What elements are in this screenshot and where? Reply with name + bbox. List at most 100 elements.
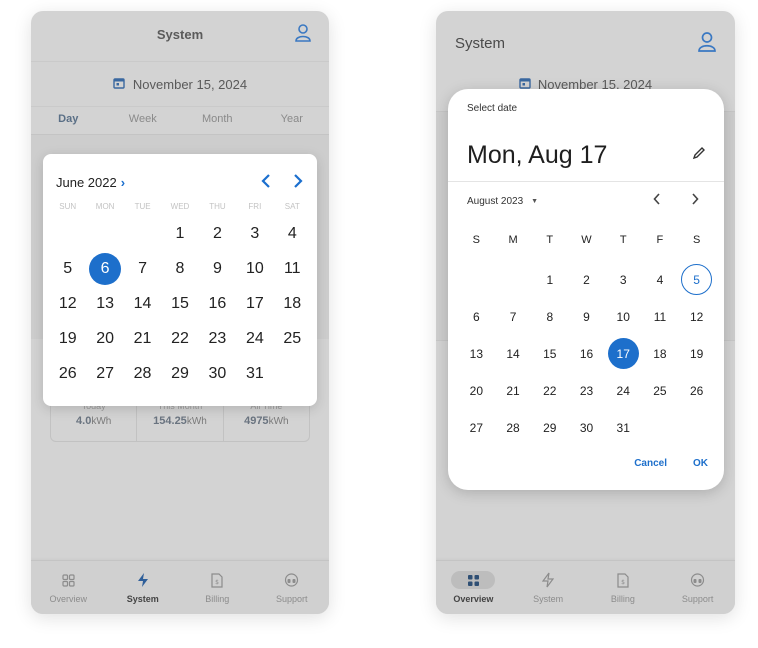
day-cell-today[interactable]: 5 <box>678 261 715 298</box>
day-cell[interactable]: 3 <box>236 216 273 251</box>
day-cell[interactable]: 8 <box>531 298 568 335</box>
day-cell-selected[interactable]: 17 <box>605 335 642 372</box>
day-cell[interactable]: 1 <box>161 216 198 251</box>
day-cell[interactable]: 31 <box>605 409 642 446</box>
day-cell[interactable]: 9 <box>199 251 236 286</box>
day-cell[interactable]: 8 <box>161 251 198 286</box>
day-cell[interactable]: 14 <box>495 335 532 372</box>
day-cell[interactable]: 27 <box>458 409 495 446</box>
day-cell[interactable]: 7 <box>495 298 532 335</box>
nav-item-billing[interactable]: $ Billing <box>180 561 255 614</box>
day-cell[interactable]: 6 <box>458 298 495 335</box>
user-icon[interactable] <box>295 24 311 47</box>
day-cell[interactable]: 2 <box>199 216 236 251</box>
nav-item-overview[interactable]: Overview <box>31 561 106 614</box>
day-cell[interactable]: 21 <box>495 372 532 409</box>
day-cell[interactable]: 30 <box>568 409 605 446</box>
day-cell[interactable]: 26 <box>678 372 715 409</box>
day-cell[interactable]: 29 <box>161 356 198 391</box>
day-cell[interactable]: 11 <box>274 251 311 286</box>
day-cell[interactable]: 24 <box>236 321 273 356</box>
cancel-button[interactable]: Cancel <box>634 458 667 469</box>
day-cell[interactable]: 20 <box>86 321 123 356</box>
day-cell[interactable]: 26 <box>49 356 86 391</box>
nav-item-overview[interactable]: Overview <box>436 561 511 614</box>
next-month-button[interactable] <box>691 192 699 209</box>
day-cell[interactable]: 12 <box>678 298 715 335</box>
day-cell[interactable]: 10 <box>236 251 273 286</box>
day-cell[interactable]: 31 <box>236 356 273 391</box>
day-cell[interactable]: 22 <box>531 372 568 409</box>
day-cell[interactable]: 28 <box>495 409 532 446</box>
day-cell[interactable]: 10 <box>605 298 642 335</box>
tab-year[interactable]: Year <box>255 107 330 134</box>
tab-day[interactable]: Day <box>31 107 106 134</box>
prev-month-button[interactable] <box>653 192 661 209</box>
empty-cell <box>124 216 161 251</box>
page-title: System <box>156 27 204 42</box>
day-cell[interactable]: 16 <box>568 335 605 372</box>
weekday-label: FRI <box>248 202 262 211</box>
tab-month[interactable]: Month <box>180 107 255 134</box>
pencil-icon[interactable] <box>692 146 706 165</box>
day-cell[interactable]: 19 <box>678 335 715 372</box>
day-cell[interactable]: 13 <box>458 335 495 372</box>
nav-label: System <box>533 594 564 604</box>
day-cell[interactable]: 18 <box>642 335 679 372</box>
day-cell[interactable]: 11 <box>642 298 679 335</box>
day-cell[interactable]: 4 <box>642 261 679 298</box>
day-cell[interactable]: 25 <box>274 321 311 356</box>
headset-icon <box>683 571 713 589</box>
selected-date: November 15, 2024 <box>132 76 248 92</box>
day-cell[interactable]: 27 <box>86 356 123 391</box>
bolt-icon <box>128 571 158 589</box>
month-year-selector[interactable]: August 2023 ▼ <box>467 196 538 207</box>
day-cell-selected[interactable]: 6 <box>86 251 123 286</box>
headset-icon <box>277 571 307 589</box>
nav-item-system[interactable]: System <box>106 561 181 614</box>
prev-month-button[interactable] <box>261 172 271 193</box>
day-cell[interactable]: 28 <box>124 356 161 391</box>
day-cell[interactable]: 13 <box>86 286 123 321</box>
day-cell[interactable]: 2 <box>568 261 605 298</box>
day-cell[interactable]: 9 <box>568 298 605 335</box>
divider <box>448 181 724 182</box>
nav-item-support[interactable]: Support <box>660 561 735 614</box>
nav-item-support[interactable]: Support <box>255 561 330 614</box>
day-cell[interactable]: 5 <box>49 251 86 286</box>
day-cell[interactable]: 23 <box>199 321 236 356</box>
nav-item-billing[interactable]: $ Billing <box>586 561 661 614</box>
day-cell[interactable]: 19 <box>49 321 86 356</box>
day-cell[interactable]: 20 <box>458 372 495 409</box>
phone-screen-right: System November 15, 2024 Select date Mon… <box>436 11 735 614</box>
date-selector[interactable]: November 15, 2024 <box>31 61 329 107</box>
day-cell[interactable]: 25 <box>642 372 679 409</box>
day-cell[interactable]: 15 <box>531 335 568 372</box>
day-cell[interactable]: 14 <box>124 286 161 321</box>
day-cell[interactable]: 18 <box>274 286 311 321</box>
day-cell[interactable]: 22 <box>161 321 198 356</box>
month-selector[interactable]: June 2022 › <box>56 175 125 190</box>
day-cell[interactable]: 15 <box>161 286 198 321</box>
day-cell[interactable]: 1 <box>531 261 568 298</box>
day-cell[interactable]: 23 <box>568 372 605 409</box>
day-cell[interactable]: 17 <box>236 286 273 321</box>
chevron-right-icon <box>692 193 699 205</box>
user-icon[interactable] <box>698 32 716 57</box>
weekday-label: M <box>508 234 518 246</box>
day-cell[interactable]: 4 <box>274 216 311 251</box>
ok-button[interactable]: OK <box>693 458 708 469</box>
invoice-icon: $ <box>608 571 638 589</box>
day-cell[interactable]: 12 <box>49 286 86 321</box>
weekday-label: TUE <box>134 202 151 211</box>
day-cell[interactable]: 30 <box>199 356 236 391</box>
day-cell[interactable]: 21 <box>124 321 161 356</box>
day-cell[interactable]: 24 <box>605 372 642 409</box>
day-cell[interactable]: 16 <box>199 286 236 321</box>
day-cell[interactable]: 7 <box>124 251 161 286</box>
day-cell[interactable]: 29 <box>531 409 568 446</box>
day-cell[interactable]: 3 <box>605 261 642 298</box>
nav-item-system[interactable]: System <box>511 561 586 614</box>
tab-week[interactable]: Week <box>106 107 181 134</box>
next-month-button[interactable] <box>293 172 303 193</box>
